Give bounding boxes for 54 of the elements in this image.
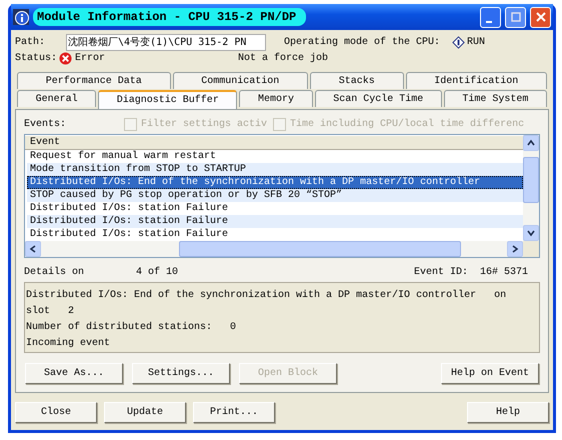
info-icon: [13, 9, 29, 25]
window-title: Module Information - CPU 315-2 PN/DP: [33, 8, 306, 26]
tab[interactable]: General: [17, 90, 96, 107]
minimize-icon: [486, 21, 492, 23]
mode-label: Operating mode of the CPU:: [284, 36, 440, 48]
event-id-label: Event ID:: [414, 267, 468, 278]
column-header[interactable]: Event: [25, 136, 523, 150]
event-id-value: 16# 5371: [480, 267, 528, 278]
horizontal-scrollbar[interactable]: [25, 241, 539, 257]
maximize-icon: [510, 12, 520, 22]
tab[interactable]: Memory: [239, 90, 313, 107]
details-label: Details on: [24, 267, 86, 278]
mode-value: RUN: [467, 36, 486, 48]
details-text: Incoming event: [26, 336, 112, 351]
help-on-event-button[interactable]: Help on Event: [441, 363, 539, 384]
tab[interactable]: Diagnostic Buffer: [98, 90, 238, 109]
events-label: Events:: [24, 119, 68, 130]
settings-button[interactable]: Settings...: [132, 363, 230, 384]
print-button[interactable]: Print...: [193, 402, 275, 423]
close-icon: [536, 12, 546, 22]
event-row[interactable]: Distributed I/Os: station Failure: [27, 202, 523, 215]
tab[interactable]: Scan Cycle Time: [314, 90, 442, 107]
error-icon: [59, 52, 72, 64]
run-icon: [452, 36, 466, 48]
event-row[interactable]: Distributed I/Os: station Failure: [27, 215, 523, 228]
tab[interactable]: Communication: [172, 72, 308, 89]
details-position: 4 of 10: [136, 267, 178, 278]
event-row[interactable]: STOP caused by PG stop operation or by SFB 20 “STOP”: [27, 189, 523, 202]
maximize-button[interactable]: [505, 6, 526, 28]
event-row[interactable]: Distributed I/Os: End of the synchronization with a DP master/IO controller: [27, 176, 523, 189]
tab[interactable]: Stacks: [310, 72, 404, 89]
status-value: Error: [75, 52, 106, 64]
details-text: Number of distributed stations: 0: [26, 320, 238, 335]
event-row[interactable]: Request for manual warm restart: [27, 150, 523, 163]
checkbox-label: Time including CPU/local time differenc: [290, 119, 524, 130]
details-text: Distributed I/Os: End of the synchronization with a DP master/IO controller on slot 2: [26, 288, 508, 319]
close-button[interactable]: [530, 6, 551, 28]
update-button[interactable]: Update: [104, 402, 186, 423]
path-field: 沈阳卷烟厂\4号变(1)\CPU 315-2 PN: [66, 34, 266, 50]
tab[interactable]: Performance Data: [17, 72, 170, 89]
tab[interactable]: Identification: [406, 72, 547, 89]
path-label: Path:: [15, 36, 46, 48]
tab[interactable]: Time System: [444, 90, 548, 107]
minimize-button[interactable]: [480, 6, 501, 28]
help-button[interactable]: Help: [467, 402, 549, 423]
close-button[interactable]: Close: [15, 402, 97, 423]
checkbox-label: Filter settings activ: [141, 119, 268, 130]
event-row[interactable]: Mode transition from STOP to STARTUP: [27, 163, 523, 176]
vertical-scrollbar[interactable]: [523, 135, 539, 241]
status-label: Status:: [15, 52, 55, 64]
save-as-button[interactable]: Save As...: [25, 363, 123, 384]
scrollbar-corner: [523, 241, 539, 257]
event-row[interactable]: Distributed I/Os: station Failure: [27, 228, 523, 241]
force-status: Not a force job: [238, 52, 328, 64]
